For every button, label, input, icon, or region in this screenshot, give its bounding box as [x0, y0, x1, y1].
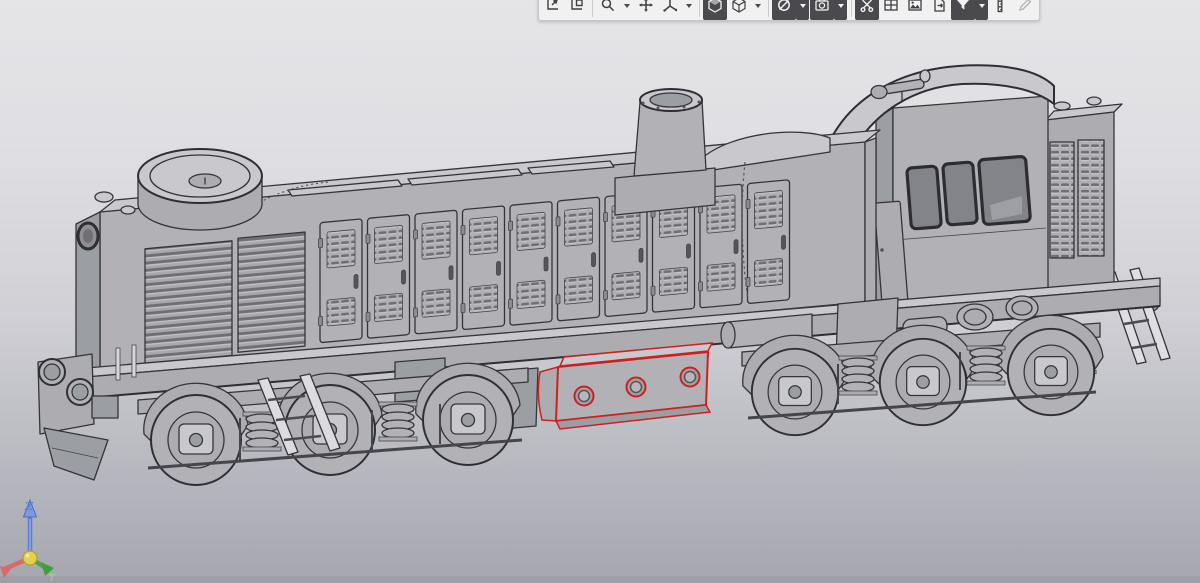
cab-windows — [907, 156, 1031, 229]
viewport-3d[interactable]: Y Z — [0, 0, 1200, 583]
buffer-right — [67, 379, 93, 405]
z-axis: Z — [24, 500, 37, 558]
viewport-bottom-edge — [0, 576, 1200, 583]
radiator-grille-right — [238, 232, 305, 352]
orientation-triad: Y Z — [0, 500, 56, 583]
triad-origin — [23, 551, 37, 565]
cad-application-window: { "app": { "description": "3D CAD viewpo… — [0, 0, 1200, 583]
exhaust-stack[interactable] — [615, 89, 715, 215]
hood-cab-transition — [865, 138, 876, 308]
radiator-grille-left — [145, 241, 232, 364]
rear-hood[interactable] — [1046, 97, 1122, 292]
z-axis-label: Z — [24, 500, 34, 513]
locomotive-model[interactable] — [38, 65, 1170, 485]
pilot-plow — [44, 428, 108, 480]
buffer-left — [39, 359, 65, 385]
radiator-fan[interactable] — [138, 149, 262, 230]
